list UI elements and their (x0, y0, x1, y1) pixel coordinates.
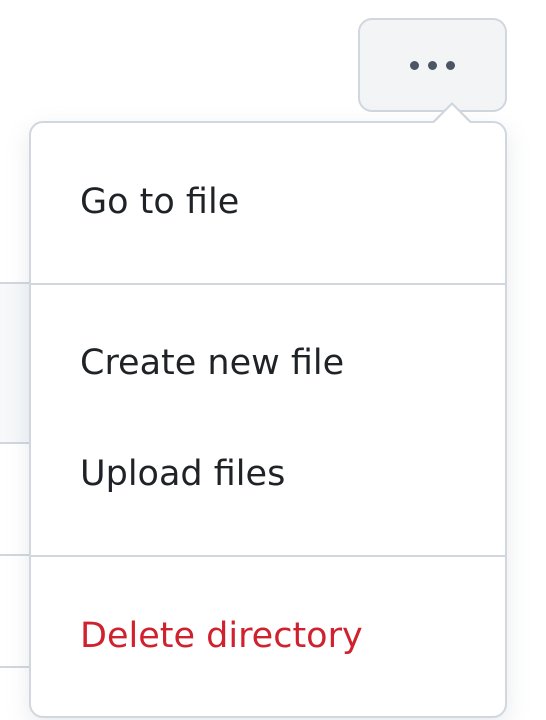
menu-item-upload-files[interactable]: Upload files (31, 452, 505, 496)
more-options-button[interactable] (358, 18, 507, 112)
background-panel (0, 282, 30, 444)
background-divider (0, 554, 30, 556)
menu-item-create-new-file[interactable]: Create new file (31, 341, 505, 385)
menu-item-go-to-file[interactable]: Go to file (31, 180, 505, 224)
overflow-menu: Go to file Create new file Upload files … (29, 121, 507, 718)
menu-divider (31, 283, 505, 285)
menu-caret-fill (434, 105, 470, 123)
background-divider (0, 666, 30, 668)
kebab-horizontal-icon (410, 60, 455, 70)
menu-divider (31, 555, 505, 557)
menu-item-delete-directory[interactable]: Delete directory (31, 614, 505, 658)
